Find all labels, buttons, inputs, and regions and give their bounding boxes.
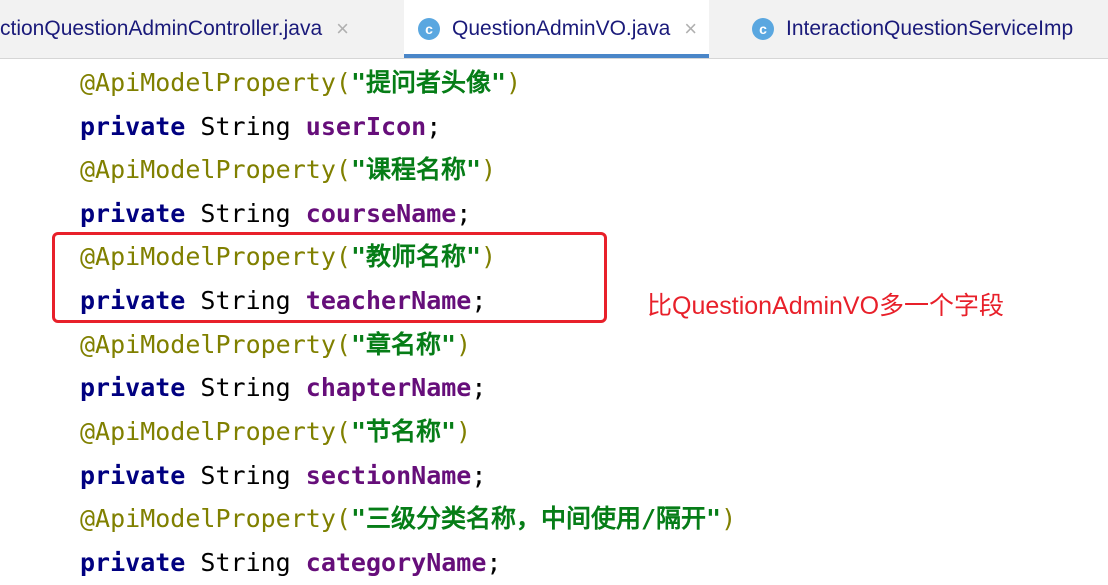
code-line-field: private String chapterName; xyxy=(80,373,487,402)
code-line-field: private String courseName; xyxy=(80,199,472,228)
editor-tab-bar: ctionQuestionAdminController.java × c Qu… xyxy=(0,0,1108,59)
code-line-annotation: @ApiModelProperty("提问者头像") xyxy=(80,68,522,97)
class-icon: c xyxy=(418,18,440,40)
tab-label: ctionQuestionAdminController.java xyxy=(0,17,323,40)
code-line-field: private String sectionName; xyxy=(80,461,487,490)
tab-interaction-question-admin-controller[interactable]: ctionQuestionAdminController.java × xyxy=(0,0,359,58)
close-icon[interactable]: × xyxy=(684,16,697,42)
code-line-annotation: @ApiModelProperty("节名称") xyxy=(80,417,472,446)
code-line-annotation: @ApiModelProperty("三级分类名称，中间使用/隔开") xyxy=(80,504,737,533)
class-icon: c xyxy=(752,18,774,40)
code-line-field: private String categoryName; xyxy=(80,548,502,577)
callout-note: 比QuestionAdminVO多一个字段 xyxy=(647,292,1005,320)
close-icon[interactable]: × xyxy=(336,16,349,42)
code-line-annotation: @ApiModelProperty("课程名称") xyxy=(80,155,497,184)
tab-interaction-question-service-impl[interactable]: c InteractionQuestionServiceImp xyxy=(750,0,1073,58)
code-line-field: private String userIcon; xyxy=(80,112,442,141)
tab-label: QuestionAdminVO.java xyxy=(452,17,671,40)
tab-label: InteractionQuestionServiceImp xyxy=(786,17,1074,40)
tab-question-admin-vo[interactable]: c QuestionAdminVO.java × xyxy=(404,0,710,58)
code-line-annotation: @ApiModelProperty("章名称") xyxy=(80,330,472,359)
highlight-box xyxy=(52,232,607,323)
